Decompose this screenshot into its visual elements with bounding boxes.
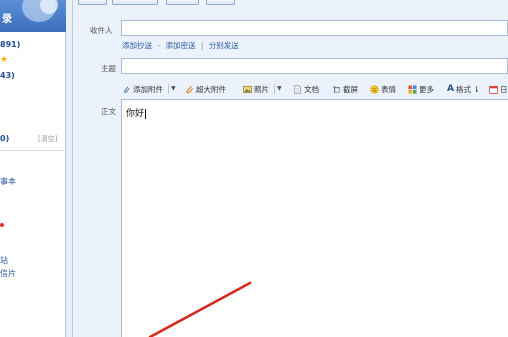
red-arrow-annotation <box>148 281 252 337</box>
